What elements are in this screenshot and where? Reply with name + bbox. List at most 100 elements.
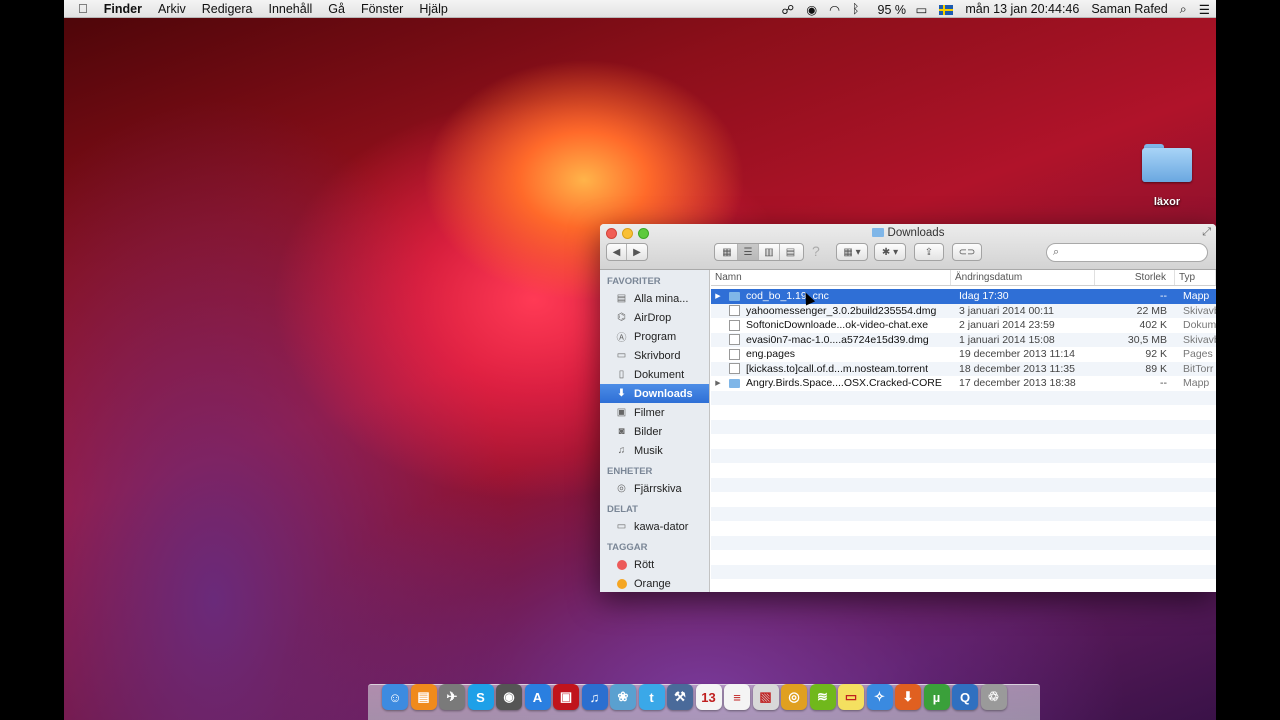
table-row[interactable]: ▶ Angry.Birds.Space....OSX.Cracked-CORE 1… (711, 376, 1216, 391)
menu-innehall[interactable]: Innehåll (260, 2, 320, 16)
stickies-icon[interactable]: ▭ (838, 684, 864, 710)
sidebar-item-airdrop[interactable]: ⌬ AirDrop (600, 308, 709, 327)
apple-icon[interactable]:  (64, 1, 96, 16)
desktop-folder-label: läxor (1153, 196, 1181, 208)
file-name: Angry.Birds.Space....OSX.Cracked-CORE (746, 377, 942, 390)
downloads-icon: ⬇ (617, 388, 626, 399)
empty-row (711, 535, 1216, 550)
tags-button[interactable]: ⊂⊃ (952, 243, 982, 261)
clock[interactable]: mån 13 jan 20:44:46 (959, 2, 1085, 16)
menu-ga[interactable]: Gå (320, 2, 353, 16)
help-icon[interactable]: ? (812, 243, 820, 259)
menu-arkiv[interactable]: Arkiv (150, 2, 194, 16)
sidebar-item-musik[interactable]: ♫ Musik (600, 441, 709, 460)
file-name: SoftonicDownloade...ok-video-chat.exe (746, 319, 929, 332)
photo-booth-icon[interactable]: ▣ (553, 684, 579, 710)
coverflow-view-button[interactable]: ▤ (780, 244, 801, 260)
spotify-icon[interactable]: ≋ (809, 684, 836, 710)
sidebar-item-kawa-dator[interactable]: ▭ kawa-dator (600, 517, 709, 536)
iphoto-icon[interactable]: ❀ (610, 684, 636, 710)
sidebar-item-filmer[interactable]: ▣ Filmer (600, 403, 709, 422)
desktop-folder-laxor[interactable]: läxor (1140, 142, 1194, 208)
file-size: 402 K (1139, 319, 1167, 332)
xcode-icon[interactable]: ⚒ (667, 684, 693, 710)
column-headers: Namn Ändringsdatum Storlek Typ (711, 270, 1216, 286)
record-icon[interactable]: ◉ (800, 2, 823, 17)
safari-icon[interactable]: ✧ (866, 684, 893, 710)
table-row[interactable]: ▶ cod_bo_1.19_cnc Idag 17:30 -- Mapp (711, 289, 1216, 304)
sidebar: FAVORITER ▤ Alla mina... ⌬ AirDrop Ⓐ Progra… (600, 270, 710, 592)
downloader-icon[interactable]: ⬇ (895, 684, 921, 710)
fullscreen-icon[interactable]: ⤢ (1202, 226, 1211, 239)
search-input[interactable]: ⌕ (1046, 243, 1208, 262)
sidebar-item-fjarrskiva[interactable]: ◎ Fjärrskiva (600, 479, 709, 498)
ibooks-icon[interactable]: ▤ (410, 684, 437, 710)
disclosure-triangle-icon[interactable]: ▶ (711, 292, 725, 300)
table-row[interactable]: [kickass.to]call.of.d...m.nosteam.torren… (711, 361, 1216, 376)
action-gear-button[interactable]: ✱ ▾ (874, 243, 906, 261)
menu-app-name[interactable]: Finder (96, 2, 150, 16)
disclosure-triangle-icon[interactable]: ▶ (711, 379, 725, 387)
arrange-button[interactable]: ▦ ▾ (836, 243, 868, 261)
trash-icon[interactable]: ♲ (980, 684, 1007, 710)
user-name[interactable]: Saman Rafed (1085, 2, 1173, 16)
sidebar-item-all-files[interactable]: ▤ Alla mina... (600, 289, 709, 308)
finder-icon[interactable]: ☺ (382, 684, 408, 710)
sync-icon[interactable]: ☍ (776, 2, 801, 17)
icon-view-button[interactable]: ▦ (717, 244, 738, 260)
airdrop-icon: ⌬ (617, 312, 626, 323)
sidebar-item-label: Skrivbord (634, 349, 681, 362)
twitter-icon[interactable]: t (638, 684, 665, 710)
file-date: 17 december 2013 18:38 (959, 377, 1076, 390)
column-header-date[interactable]: Ändringsdatum (951, 270, 1095, 285)
sidebar-item-tag-red[interactable]: Rött (600, 555, 709, 574)
launchpad-icon[interactable]: ✈ (439, 684, 465, 710)
sidebar-item-label: Musik (634, 444, 663, 457)
app-store-icon[interactable]: A (524, 684, 551, 710)
column-header-size[interactable]: Storlek (1095, 270, 1175, 285)
sidebar-item-tag-orange[interactable]: Orange (600, 574, 709, 592)
preview-icon[interactable]: ▧ (752, 684, 779, 710)
file-type: Skivavb (1183, 304, 1216, 317)
facetime-icon[interactable]: ◉ (496, 684, 522, 710)
sidebar-item-downloads[interactable]: ⬇ Downloads (600, 384, 709, 403)
column-header-type[interactable]: Typ (1175, 270, 1216, 285)
menu-hjalp[interactable]: Hjälp (411, 2, 456, 16)
table-row[interactable]: evasi0n7-mac-1.0....a5724e15d39.dmg 1 ja… (711, 332, 1216, 347)
wifi-icon[interactable]: ◠ (823, 2, 846, 17)
column-view-button[interactable]: ▥ (759, 244, 780, 260)
menu-redigera[interactable]: Redigera (194, 2, 261, 16)
reminders-icon[interactable]: ≡ (724, 684, 750, 710)
notification-center-icon[interactable]: ☰ (1193, 2, 1216, 17)
flag-icon[interactable] (933, 2, 959, 16)
file-size: 92 K (1145, 348, 1167, 361)
battery-status[interactable]: 95 % ▭ (866, 2, 934, 17)
bluetooth-icon[interactable]: ᛒ (846, 2, 866, 16)
sidebar-item-dokument[interactable]: ▯ Dokument (600, 365, 709, 384)
sidebar-item-skrivbord[interactable]: ▭ Skrivbord (600, 346, 709, 365)
table-row[interactable]: SoftonicDownloade...ok-video-chat.exe 2 … (711, 318, 1216, 333)
column-header-name[interactable]: Namn (711, 270, 951, 285)
itunes-icon[interactable]: ♫ (581, 684, 608, 710)
sidebar-item-program[interactable]: Ⓐ Program (600, 327, 709, 346)
table-row[interactable]: yahoomessenger_3.0.2build235554.dmg 3 ja… (711, 303, 1216, 318)
menu-fonster[interactable]: Fönster (353, 2, 411, 16)
quicktime-icon[interactable]: Q (952, 684, 978, 710)
utorrent-icon[interactable]: µ (923, 684, 950, 710)
sidebar-item-label: Alla mina... (634, 292, 689, 305)
sidebar-item-label: Orange (634, 577, 671, 590)
file-type: Pages (1183, 348, 1213, 361)
sidebar-item-label: Dokument (634, 368, 685, 381)
file-type: BitTorr (1183, 362, 1214, 375)
list-view-button[interactable]: ☰ (738, 244, 759, 260)
calendar-icon[interactable]: 13 (695, 684, 722, 710)
skype-icon[interactable]: S (467, 684, 494, 710)
chrome-icon[interactable]: ◎ (781, 684, 807, 710)
file-size: -- (1160, 377, 1167, 390)
forward-button[interactable]: ▶ (627, 244, 647, 260)
spotlight-icon[interactable]: ⌕ (1174, 2, 1193, 17)
share-button[interactable]: ⇪ (914, 243, 944, 261)
back-button[interactable]: ◀ (607, 244, 628, 260)
table-row[interactable]: eng.pages 19 december 2013 11:14 92 K Pa… (711, 347, 1216, 362)
sidebar-item-bilder[interactable]: ◙ Bilder (600, 422, 709, 441)
